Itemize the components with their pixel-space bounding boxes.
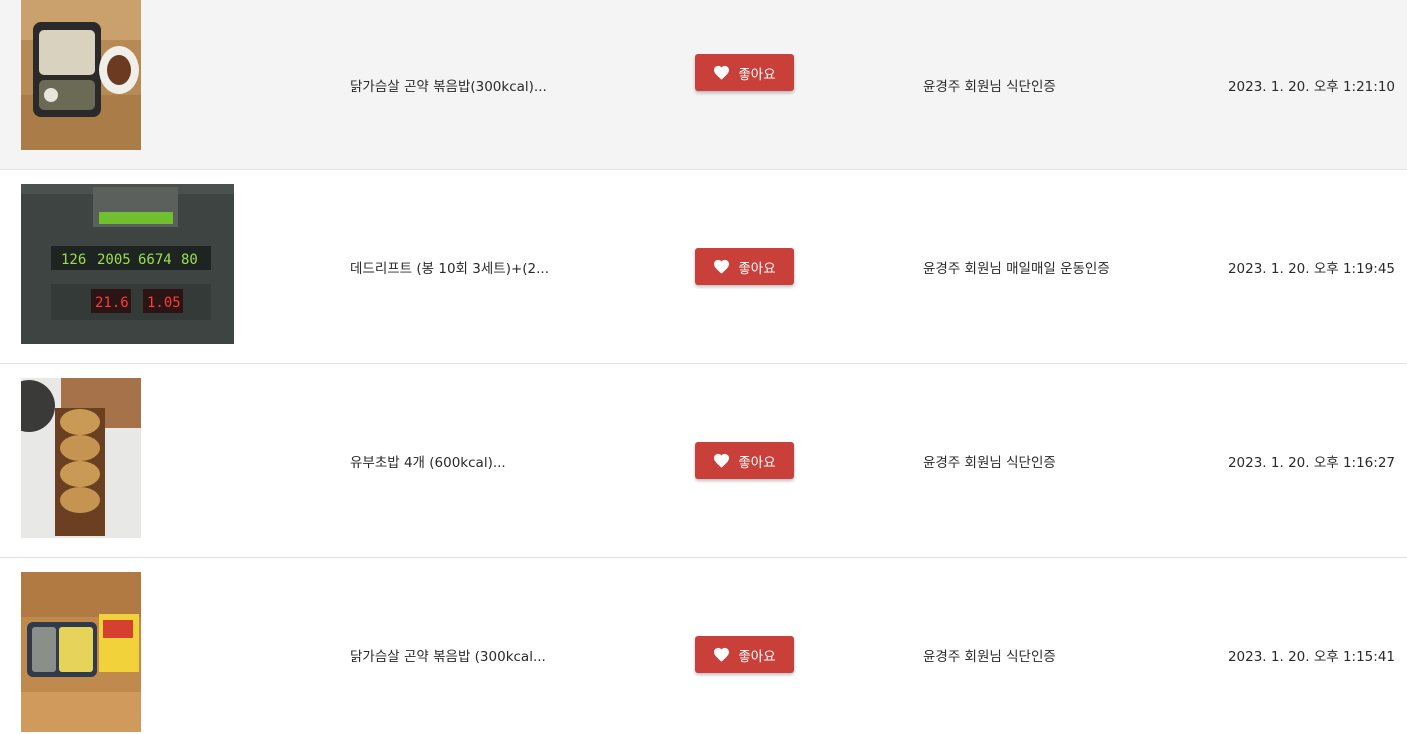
heart-icon bbox=[714, 259, 730, 274]
list-item[interactable]: 닭가슴살 곤약 볶음밥(300kcal)... 좋아요 윤경주 회원님 식단인증… bbox=[0, 0, 1407, 170]
heart-icon bbox=[714, 647, 730, 662]
list-item[interactable]: 유부초밥 4개 (600kcal)... 좋아요 윤경주 회원님 식단인증 20… bbox=[0, 364, 1407, 558]
post-title[interactable]: 유부초밥 4개 (600kcal)... bbox=[350, 364, 506, 557]
like-button[interactable]: 좋아요 bbox=[695, 636, 794, 673]
post-timestamp: 2023. 1. 20. 오후 1:19:45 bbox=[1227, 260, 1395, 277]
like-button[interactable]: 좋아요 bbox=[695, 248, 794, 285]
post-thumbnail[interactable] bbox=[21, 378, 141, 538]
list-item[interactable]: 닭가슴살 곤약 볶음밥 (300kcal... 좋아요 윤경주 회원님 식단인증… bbox=[0, 558, 1407, 734]
food-photo-image bbox=[21, 378, 141, 538]
like-label: 좋아요 bbox=[738, 66, 776, 83]
console-readout: 6674 bbox=[138, 252, 172, 268]
console-readout: 21.6 bbox=[95, 295, 129, 311]
heart-icon bbox=[714, 453, 730, 468]
console-readout: 80 bbox=[181, 252, 198, 268]
post-category: 윤경주 회원님 매일매일 운동인증 bbox=[923, 260, 1110, 277]
like-button[interactable]: 좋아요 bbox=[695, 54, 794, 91]
post-thumbnail[interactable] bbox=[21, 0, 141, 150]
post-category: 윤경주 회원님 식단인증 bbox=[923, 454, 1056, 471]
console-readout: 2005 bbox=[97, 252, 131, 268]
like-label: 좋아요 bbox=[738, 260, 776, 277]
treadmill-console-image: 126 2005 6674 80 21.6 1.05 bbox=[21, 184, 234, 344]
post-category: 윤경주 회원님 식단인증 bbox=[923, 78, 1056, 95]
console-readout: 126 bbox=[61, 252, 86, 268]
post-list: 닭가슴살 곤약 볶음밥(300kcal)... 좋아요 윤경주 회원님 식단인증… bbox=[0, 0, 1407, 734]
like-button[interactable]: 좋아요 bbox=[695, 442, 794, 479]
post-timestamp: 2023. 1. 20. 오후 1:15:41 bbox=[1227, 649, 1395, 665]
post-timestamp: 2023. 1. 20. 오후 1:21:10 bbox=[1227, 78, 1395, 95]
list-item[interactable]: 126 2005 6674 80 21.6 1.05 데드리프트 (봉 10회 … bbox=[0, 170, 1407, 364]
post-title[interactable]: 데드리프트 (봉 10회 3세트)+(2... bbox=[350, 170, 549, 363]
like-label: 좋아요 bbox=[738, 454, 776, 471]
post-thumbnail[interactable] bbox=[21, 572, 141, 732]
food-photo-image bbox=[21, 0, 141, 150]
post-timestamp: 2023. 1. 20. 오후 1:16:27 bbox=[1227, 454, 1395, 471]
post-thumbnail[interactable]: 126 2005 6674 80 21.6 1.05 bbox=[21, 184, 234, 344]
like-label: 좋아요 bbox=[738, 648, 776, 665]
console-readout: 1.05 bbox=[147, 295, 181, 311]
food-photo-image bbox=[21, 572, 141, 732]
post-category: 윤경주 회원님 식단인증 bbox=[923, 649, 1056, 665]
post-title[interactable]: 닭가슴살 곤약 볶음밥(300kcal)... bbox=[350, 0, 547, 169]
post-title[interactable]: 닭가슴살 곤약 볶음밥 (300kcal... bbox=[350, 558, 546, 734]
heart-icon bbox=[714, 65, 730, 80]
